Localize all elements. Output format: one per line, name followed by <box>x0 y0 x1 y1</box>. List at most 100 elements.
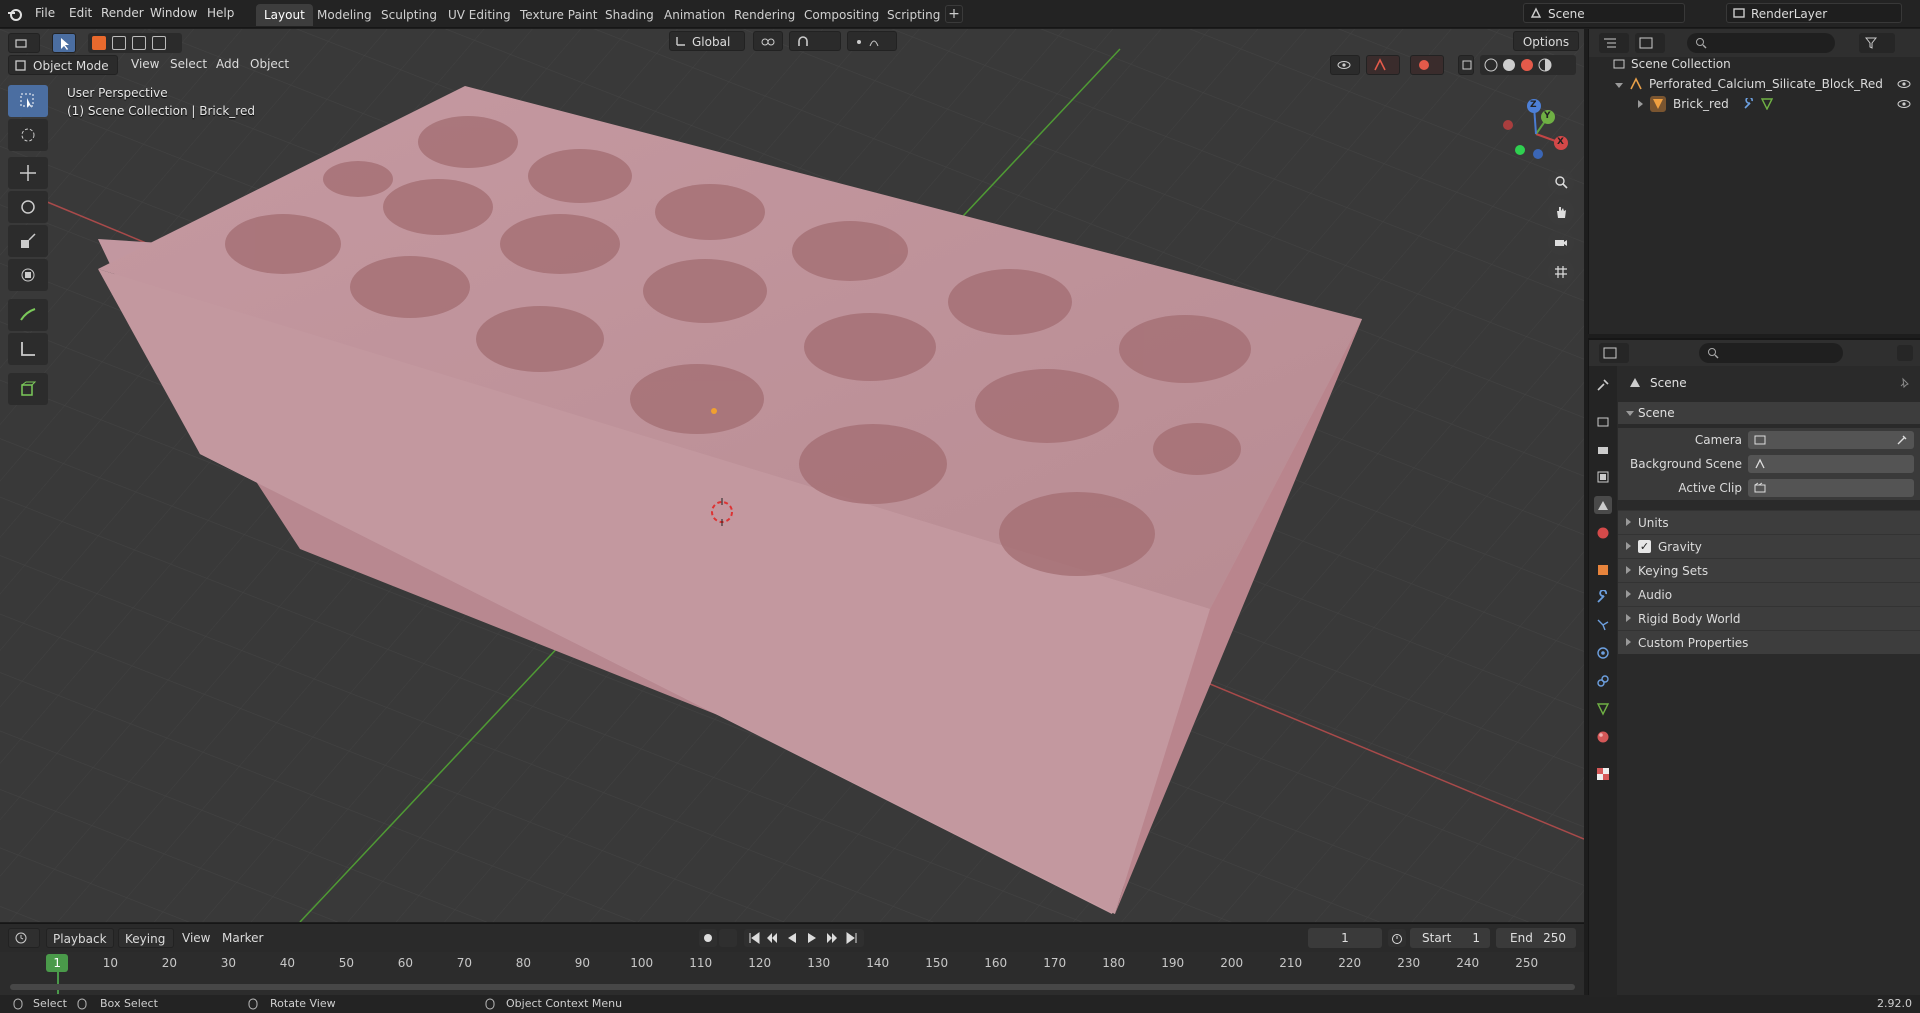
tab-view-layer[interactable] <box>1594 468 1612 486</box>
filter-button[interactable] <box>1859 33 1895 53</box>
subpanel-units[interactable]: Units <box>1618 510 1920 534</box>
ortho-toggle-button[interactable] <box>1548 259 1574 285</box>
viewport-menu-select[interactable]: Select <box>170 57 207 71</box>
select-extend-icon[interactable] <box>112 36 126 50</box>
menu-help[interactable]: Help <box>207 6 234 20</box>
tab-render[interactable] <box>1594 413 1612 431</box>
overlay-toggle-button[interactable] <box>1410 55 1444 75</box>
select-mode-button[interactable] <box>52 33 76 53</box>
3d-viewport[interactable]: Object Mode View Select Add Object Globa… <box>0 29 1584 922</box>
modifier-wrench-icon[interactable] <box>1743 98 1755 110</box>
subpanel-custom-properties[interactable]: Custom Properties <box>1618 630 1920 654</box>
timeline-editor-type-button[interactable] <box>8 928 40 948</box>
outliner-editor-type-button[interactable] <box>1599 33 1629 53</box>
background-scene-field[interactable] <box>1748 455 1914 473</box>
tab-sculpting[interactable]: Sculpting <box>373 4 445 26</box>
eyedropper-icon[interactable] <box>1896 434 1908 446</box>
select-new-icon[interactable] <box>92 36 106 50</box>
tool-scale[interactable] <box>8 225 48 257</box>
tab-scene[interactable] <box>1594 496 1612 514</box>
mode-selector[interactable]: Object Mode <box>8 55 118 75</box>
tab-output[interactable] <box>1594 441 1612 459</box>
panel-scene-header[interactable]: Scene <box>1618 402 1920 424</box>
viewport-menu-object[interactable]: Object <box>250 57 289 71</box>
proportional-edit-button[interactable] <box>847 31 897 51</box>
active-clip-field[interactable] <box>1748 479 1914 497</box>
tab-scripting[interactable]: Scripting <box>879 4 948 26</box>
select-subtract-icon[interactable] <box>132 36 146 50</box>
visibility-eye-icon[interactable] <box>1897 79 1911 89</box>
timeline-menu-marker[interactable]: Marker <box>222 931 263 945</box>
collapse-arrow-icon[interactable] <box>1638 100 1643 108</box>
options-button[interactable]: Options <box>1513 31 1579 51</box>
rendered-shading-icon[interactable] <box>1538 58 1552 72</box>
subpanel-audio[interactable]: Audio <box>1618 582 1920 606</box>
scene-selector[interactable]: Scene <box>1523 3 1685 23</box>
xray-toggle-button[interactable] <box>1458 55 1474 75</box>
properties-search-input[interactable] <box>1699 343 1843 363</box>
tab-rendering[interactable]: Rendering <box>726 4 803 26</box>
start-frame-field[interactable]: Start 1 <box>1410 928 1490 948</box>
menu-render[interactable]: Render <box>101 6 144 20</box>
visibility-button[interactable] <box>1330 55 1360 75</box>
pin-icon[interactable] <box>1898 377 1910 389</box>
record-button[interactable] <box>699 929 717 947</box>
tab-layout[interactable]: Layout <box>256 4 313 26</box>
tab-particles[interactable] <box>1594 616 1612 634</box>
menu-file[interactable]: File <box>35 6 55 20</box>
play-icon[interactable] <box>806 932 818 944</box>
pan-button[interactable] <box>1548 199 1574 225</box>
outliner-row-brick-red[interactable]: Brick_red <box>1589 94 1920 114</box>
view-layer-selector[interactable]: RenderLayer <box>1726 3 1902 23</box>
jump-end-icon[interactable] <box>846 932 858 944</box>
subpanel-keying-sets[interactable]: Keying Sets <box>1618 558 1920 582</box>
tool-move[interactable] <box>8 157 48 189</box>
outliner-row-scene-collection[interactable]: Scene Collection <box>1589 54 1920 74</box>
select-invert-icon[interactable] <box>152 36 166 50</box>
viewport-menu-view[interactable]: View <box>131 57 159 71</box>
tab-texture[interactable] <box>1594 765 1612 783</box>
transform-orientation-selector[interactable]: Global <box>669 31 745 51</box>
jump-start-icon[interactable] <box>748 932 760 944</box>
properties-editor-type-button[interactable] <box>1599 343 1629 363</box>
mesh-data-icon[interactable] <box>1761 98 1773 110</box>
tab-object[interactable] <box>1594 561 1612 579</box>
end-frame-field[interactable]: End 250 <box>1496 928 1576 948</box>
gravity-checkbox[interactable]: ✓ <box>1638 540 1651 553</box>
use-preview-range-button[interactable] <box>1388 929 1406 947</box>
timeline-scrollbar[interactable] <box>10 984 1575 990</box>
navigation-gizmo[interactable]: X Y Z <box>1498 94 1578 174</box>
tab-material[interactable] <box>1594 728 1612 746</box>
tab-data[interactable] <box>1594 700 1612 718</box>
tab-shading[interactable]: Shading <box>597 4 662 26</box>
shading-modes[interactable] <box>1480 55 1576 75</box>
tab-texture-paint[interactable]: Texture Paint <box>512 4 605 26</box>
tab-physics[interactable] <box>1594 644 1612 662</box>
tab-tool[interactable] <box>1594 376 1612 394</box>
add-workspace-button[interactable]: + <box>945 5 963 23</box>
menu-edit[interactable]: Edit <box>69 6 92 20</box>
snap-button[interactable] <box>789 31 841 51</box>
menu-window[interactable]: Window <box>150 6 197 20</box>
properties-options-button[interactable] <box>1897 345 1913 361</box>
visibility-eye-icon[interactable] <box>1897 99 1911 109</box>
outliner-search-input[interactable] <box>1687 33 1835 53</box>
viewport-menu-add[interactable]: Add <box>216 57 239 71</box>
zoom-button[interactable] <box>1548 169 1574 195</box>
tool-annotate[interactable] <box>8 299 48 331</box>
next-keyframe-icon[interactable] <box>826 932 838 944</box>
expand-arrow-icon[interactable] <box>1615 83 1623 88</box>
tab-animation[interactable]: Animation <box>656 4 733 26</box>
camera-field[interactable] <box>1748 431 1914 449</box>
pivot-point-button[interactable] <box>753 31 783 51</box>
tool-transform[interactable] <box>8 259 48 291</box>
tab-constraints[interactable] <box>1594 672 1612 690</box>
display-mode-button[interactable] <box>1635 33 1665 53</box>
tool-add-cube[interactable] <box>8 373 48 405</box>
auto-keying-button[interactable] <box>719 929 737 947</box>
current-frame-field[interactable]: 1 <box>1308 928 1382 948</box>
prev-keyframe-icon[interactable] <box>766 932 778 944</box>
timeline[interactable]: Playback Keying View Marker 1 Start 1 En… <box>0 923 1584 996</box>
outliner[interactable]: Scene Collection Perforated_Calcium_Sili… <box>1588 29 1920 334</box>
tool-select-box[interactable] <box>8 85 48 117</box>
